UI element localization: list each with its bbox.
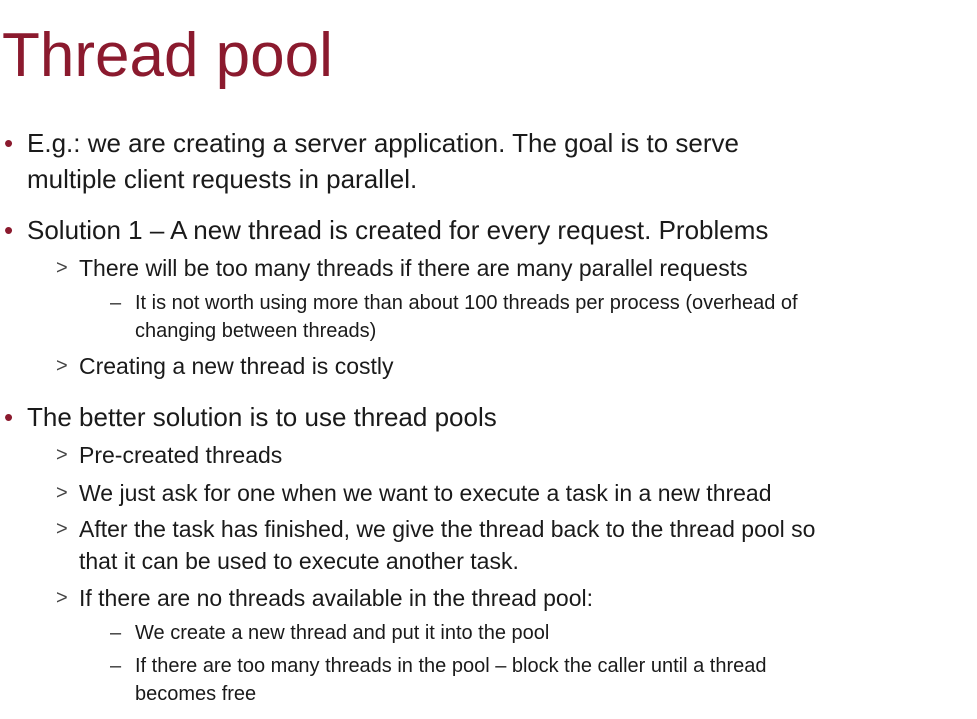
bullet-2-line-1: Solution 1 – A new thread is created for… — [27, 215, 769, 245]
slide-title: Thread pool — [2, 21, 333, 90]
bullet-3-line-1: The better solution is to use thread poo… — [27, 402, 497, 432]
bullet-2-sub-1-sub-1-line-2: changing between threads) — [135, 320, 377, 342]
bullet-3-sub-3-line-2: that it can be used to execute another t… — [79, 548, 519, 574]
bullet-3-sub-4: If there are no threads available in the… — [79, 585, 594, 611]
sub-bullet-marker: > — [56, 482, 68, 504]
subsub-bullet-marker: – — [110, 655, 122, 677]
bullet-3-sub-1: Pre-created threads — [79, 442, 283, 468]
bullet-3-sub-3-line-1: After the task has finished, we give the… — [79, 516, 816, 542]
bullet-3-sub-4-sub-2-line-2: becomes free — [135, 683, 257, 705]
bullet-3-sub-4-sub-2-line-1: If there are too many threads in the poo… — [135, 655, 767, 677]
bullet-marker: • — [4, 402, 14, 432]
sub-bullet-marker: > — [56, 587, 68, 609]
sub-bullet-marker: > — [56, 444, 68, 466]
sub-bullet-marker: > — [56, 518, 68, 540]
bullet-1-line-2: multiple client requests in parallel. — [27, 164, 418, 194]
slide: Thread pool • E.g.: we are creating a se… — [0, 0, 977, 719]
bullet-3-sub-4-sub-1: We create a new thread and put it into t… — [135, 622, 550, 644]
bullet-1-line-1: E.g.: we are creating a server applicati… — [27, 128, 740, 158]
sub-bullet-marker: > — [56, 355, 68, 377]
subsub-bullet-marker: – — [110, 622, 122, 644]
sub-bullet-marker: > — [56, 257, 68, 279]
bullet-2-sub-2: Creating a new thread is costly — [79, 353, 394, 379]
bullet-marker: • — [4, 128, 14, 158]
bullet-marker: • — [4, 215, 14, 245]
bullet-2-sub-1: There will be too many threads if there … — [79, 255, 748, 281]
bullet-2-sub-1-sub-1-line-1: It is not worth using more than about 10… — [135, 292, 798, 314]
bullet-3-sub-2: We just ask for one when we want to exec… — [79, 480, 772, 506]
subsub-bullet-marker: – — [110, 292, 122, 314]
